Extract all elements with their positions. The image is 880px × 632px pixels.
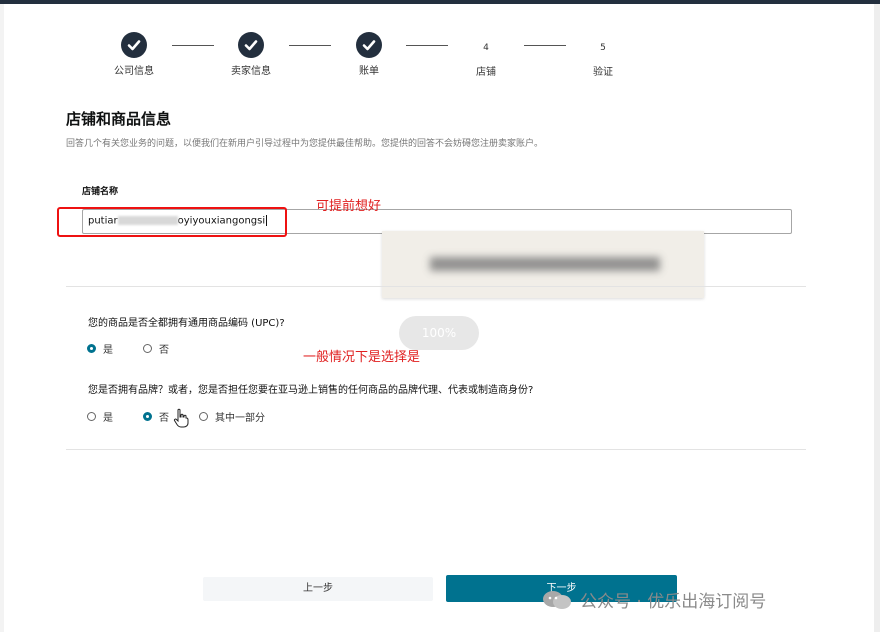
back-button[interactable]: 上一步 bbox=[203, 577, 433, 601]
checkmark-icon bbox=[356, 32, 382, 58]
radio-selected-icon bbox=[143, 412, 152, 421]
upc-radio-yes[interactable]: 是 bbox=[87, 341, 113, 356]
section-divider bbox=[66, 449, 806, 450]
brand-radio-no[interactable]: 否 bbox=[143, 409, 169, 424]
upc-question: 您的商品是否全都拥有通用商品编码 (UPC)? bbox=[88, 318, 285, 329]
step-billing[interactable]: 账单 bbox=[319, 32, 419, 77]
radio-label: 否 bbox=[159, 345, 169, 356]
step-company-info[interactable]: 公司信息 bbox=[84, 32, 184, 77]
step-number: 5 bbox=[600, 43, 606, 53]
step-label: 账单 bbox=[359, 66, 379, 77]
annotation-store-name: 可提前想好 bbox=[316, 199, 382, 214]
highlight-box bbox=[57, 207, 287, 237]
watermark-text: 公众号 · 优乐出海订阅号 bbox=[580, 592, 767, 612]
hand-cursor-icon bbox=[173, 408, 189, 433]
radio-label: 是 bbox=[103, 413, 113, 424]
section-divider bbox=[66, 286, 806, 287]
right-edge bbox=[874, 4, 880, 632]
radio-label: 是 bbox=[103, 345, 113, 356]
autocomplete-suggestion[interactable] bbox=[382, 231, 704, 298]
radio-selected-icon bbox=[87, 344, 96, 353]
section-title: 店铺和商品信息 bbox=[66, 110, 172, 128]
top-bar bbox=[0, 0, 880, 4]
redacted-suggestion bbox=[430, 257, 660, 271]
checkmark-icon bbox=[238, 32, 264, 58]
watermark: 公众号 · 优乐出海订阅号 bbox=[542, 587, 766, 612]
zoom-indicator: 100% bbox=[399, 316, 479, 350]
step-label: 验证 bbox=[593, 67, 613, 78]
step-number: 4 bbox=[483, 43, 489, 53]
step-seller-info[interactable]: 卖家信息 bbox=[201, 32, 301, 77]
radio-unselected-icon bbox=[143, 344, 152, 353]
checkmark-icon bbox=[121, 32, 147, 58]
brand-question: 您是否拥有品牌？或者，您是否担任您要在亚马逊上销售的任何商品的品牌代理、代表或制… bbox=[88, 385, 534, 396]
annotation-upc: 一般情况下是选择是 bbox=[303, 350, 421, 365]
wechat-icon bbox=[542, 590, 572, 610]
step-label: 卖家信息 bbox=[231, 66, 271, 77]
brand-radio-partial[interactable]: 其中一部分 bbox=[199, 409, 265, 424]
step-label: 店铺 bbox=[476, 67, 496, 78]
section-description: 回答几个有关您业务的问题，以便我们在新用户引导过程中为您提供最佳帮助。您提供的回… bbox=[66, 139, 544, 149]
upc-radio-no[interactable]: 否 bbox=[143, 341, 169, 356]
radio-unselected-icon bbox=[199, 412, 208, 421]
left-edge bbox=[0, 4, 4, 632]
step-verification[interactable]: 5 验证 bbox=[553, 35, 653, 78]
brand-radio-yes[interactable]: 是 bbox=[87, 409, 113, 424]
step-store[interactable]: 4 店铺 bbox=[436, 35, 536, 78]
step-label: 公司信息 bbox=[114, 66, 154, 77]
store-name-label: 店铺名称 bbox=[82, 187, 119, 197]
radio-label: 否 bbox=[159, 413, 169, 424]
radio-label: 其中一部分 bbox=[215, 413, 265, 424]
radio-unselected-icon bbox=[87, 412, 96, 421]
